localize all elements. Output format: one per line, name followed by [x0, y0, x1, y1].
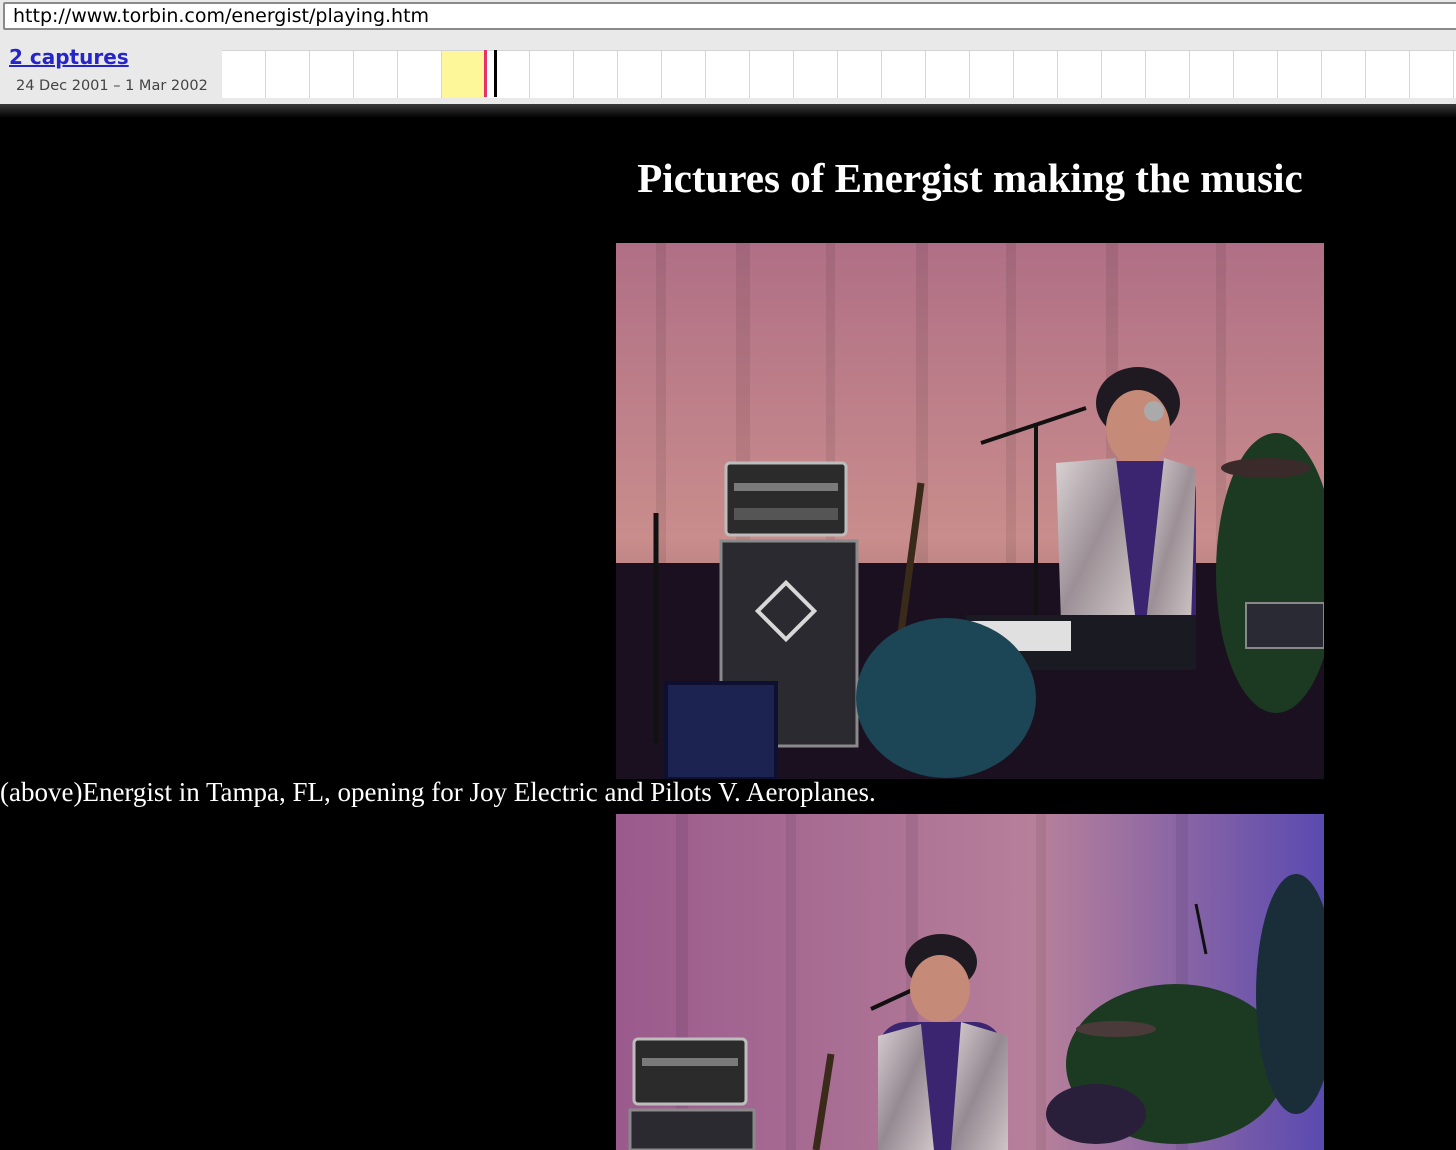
- page-title: Pictures of Energist making the music: [637, 155, 1303, 201]
- timeline-year-cell[interactable]: [1014, 51, 1058, 98]
- capture-timeline[interactable]: [222, 50, 1456, 98]
- timeline-year-cell[interactable]: [354, 51, 398, 98]
- timeline-year-cell[interactable]: [530, 51, 574, 98]
- timeline-year-cell[interactable]: [1278, 51, 1322, 98]
- energist-on-stage-keyboard-photo: [616, 243, 1324, 779]
- timeline-year-cell[interactable]: [838, 51, 882, 98]
- timeline-year-cell[interactable]: [574, 51, 618, 98]
- timeline-year-cell[interactable]: [794, 51, 838, 98]
- timeline-capture-marker[interactable]: [484, 50, 487, 97]
- timeline-year-cell[interactable]: [750, 51, 794, 98]
- url-input[interactable]: http://www.torbin.com/energist/playing.h…: [3, 2, 1456, 30]
- timeline-year-cell[interactable]: [310, 51, 354, 98]
- timeline-year-cell[interactable]: [1234, 51, 1278, 98]
- timeline-year-cell[interactable]: [706, 51, 750, 98]
- timeline-year-cell[interactable]: [398, 51, 442, 98]
- wayback-toolbar: http://www.torbin.com/energist/playing.h…: [0, 0, 1456, 105]
- timeline-year-cell[interactable]: [618, 51, 662, 98]
- timeline-year-cell[interactable]: [1322, 51, 1366, 98]
- photo-caption: (above)Energist in Tampa, FL, opening fo…: [0, 777, 876, 807]
- timeline-year-cell[interactable]: [222, 51, 266, 98]
- timeline-year-cell[interactable]: [882, 51, 926, 98]
- energist-singing-photo: [616, 814, 1324, 1150]
- timeline-year-cell[interactable]: [970, 51, 1014, 98]
- timeline-year-cell[interactable]: [662, 51, 706, 98]
- captures-link[interactable]: 2 captures: [9, 45, 129, 69]
- timeline-current-marker[interactable]: [494, 50, 497, 97]
- timeline-year-cell[interactable]: [1058, 51, 1102, 98]
- timeline-year-cell[interactable]: [486, 51, 530, 98]
- timeline-year-cell[interactable]: [442, 51, 486, 98]
- timeline-year-cell[interactable]: [1146, 51, 1190, 98]
- capture-date-range: 24 Dec 2001 – 1 Mar 2002: [16, 78, 208, 94]
- timeline-year-cell[interactable]: [266, 51, 310, 98]
- timeline-year-cell[interactable]: [1366, 51, 1410, 98]
- toolbar-shadow: [0, 104, 1456, 118]
- timeline-year-cell[interactable]: [1410, 51, 1454, 98]
- timeline-year-cell[interactable]: [1102, 51, 1146, 98]
- timeline-year-cell[interactable]: [1190, 51, 1234, 98]
- timeline-year-cell[interactable]: [926, 51, 970, 98]
